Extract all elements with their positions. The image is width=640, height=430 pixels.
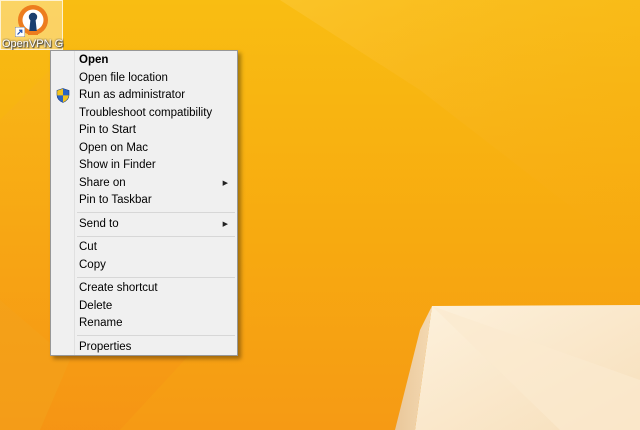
menu-separator bbox=[77, 212, 235, 213]
menu-item-label: Pin to Start bbox=[79, 124, 136, 136]
menu-item-label: Show in Finder bbox=[79, 159, 156, 171]
menu-item-open-on-mac[interactable]: Open on Mac bbox=[51, 140, 237, 158]
desktop-shortcut-openvpn[interactable]: OpenVPN GUI bbox=[0, 0, 64, 50]
menu-item-cut[interactable]: Cut bbox=[51, 239, 237, 257]
uac-shield-icon bbox=[56, 88, 70, 103]
menu-item-label: Delete bbox=[79, 299, 113, 312]
menu-item-label: Cut bbox=[79, 241, 97, 253]
menu-item-rename[interactable]: Rename bbox=[51, 315, 237, 333]
menu-item-pin-to-start[interactable]: Pin to Start bbox=[51, 122, 237, 140]
shortcut-arrow-icon bbox=[15, 27, 25, 37]
menu-item-label: Open bbox=[79, 54, 109, 66]
menu-item-troubleshoot-compatibility[interactable]: Troubleshoot compatibility bbox=[51, 105, 237, 123]
menu-item-open[interactable]: Open bbox=[51, 52, 237, 70]
menu-item-show-in-finder[interactable]: Show in Finder bbox=[51, 157, 237, 175]
menu-separator bbox=[77, 335, 235, 336]
menu-item-share-on[interactable]: Share on ▶ bbox=[51, 175, 237, 193]
menu-item-copy[interactable]: Copy bbox=[51, 257, 237, 275]
menu-separator bbox=[77, 235, 235, 237]
menu-item-label: Run as administrator bbox=[79, 89, 186, 101]
desktop[interactable]: OpenVPN GUI Open Open file location Run … bbox=[0, 0, 640, 430]
menu-item-label: Pin to Taskbar bbox=[79, 194, 152, 206]
menu-item-label: Open file location bbox=[79, 71, 168, 84]
submenu-arrow-icon: ▶ bbox=[222, 220, 228, 228]
menu-item-delete[interactable]: Delete bbox=[51, 298, 237, 316]
menu-item-properties[interactable]: Properties bbox=[51, 339, 237, 357]
menu-item-label: Troubleshoot compatibility bbox=[79, 106, 213, 119]
menu-item-open-file-location[interactable]: Open file location bbox=[51, 70, 237, 88]
menu-item-label: Send to bbox=[79, 217, 119, 230]
menu-item-label: Open on Mac bbox=[79, 141, 149, 154]
menu-item-label: Rename bbox=[79, 317, 123, 329]
menu-item-send-to[interactable]: Send to ▶ bbox=[51, 216, 237, 234]
menu-item-label: Copy bbox=[79, 258, 106, 271]
desktop-shortcut-label: OpenVPN GUI bbox=[2, 38, 64, 50]
context-menu: Open Open file location Run as administr… bbox=[50, 50, 238, 356]
menu-item-run-as-administrator[interactable]: Run as administrator bbox=[51, 87, 237, 105]
submenu-arrow-icon: ▶ bbox=[222, 179, 228, 187]
menu-item-label: Share on bbox=[79, 176, 126, 189]
menu-item-create-shortcut[interactable]: Create shortcut bbox=[51, 280, 237, 298]
menu-item-label: Create shortcut bbox=[79, 282, 158, 294]
menu-item-label: Properties bbox=[79, 340, 132, 353]
menu-separator bbox=[77, 276, 235, 278]
menu-item-pin-to-taskbar[interactable]: Pin to Taskbar bbox=[51, 192, 237, 210]
